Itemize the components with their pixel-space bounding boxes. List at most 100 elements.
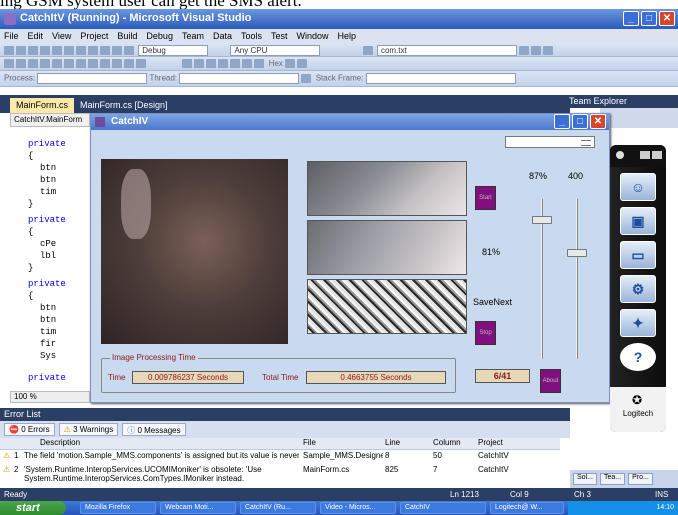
catchiv-maximize-button[interactable]: □ xyxy=(572,114,588,129)
find-icon[interactable] xyxy=(362,46,373,55)
col-file[interactable]: File xyxy=(303,438,316,447)
tab-mainform-cs[interactable]: MainForm.cs xyxy=(10,98,75,113)
monitor-icon[interactable]: ▭ xyxy=(620,241,656,269)
menu-build[interactable]: Build xyxy=(117,29,137,43)
catchiv-minimize-button[interactable]: _ xyxy=(554,114,570,129)
picture-icon[interactable]: ▣ xyxy=(620,207,656,235)
start-button[interactable]: Start xyxy=(475,186,496,210)
sensitivity-slider-handle[interactable] xyxy=(532,215,552,224)
tab-solution-explorer[interactable]: Sol... xyxy=(573,473,597,485)
prev-bookmark-icon[interactable] xyxy=(64,59,74,69)
task-catchitv-vs[interactable]: CatchItV (Ru... xyxy=(240,502,316,514)
breakpoints-icon[interactable] xyxy=(285,59,296,69)
filter-icon[interactable] xyxy=(301,74,312,83)
menu-data[interactable]: Data xyxy=(213,29,232,43)
continue-icon[interactable] xyxy=(182,59,193,69)
save-icon[interactable] xyxy=(40,46,50,55)
maximize-button[interactable]: □ xyxy=(641,11,657,26)
menu-test[interactable]: Test xyxy=(271,29,288,43)
type-navigation-combo[interactable]: CatchItV.MainForm xyxy=(10,113,90,127)
messages-filter-button[interactable]: ⓘ 0 Messages xyxy=(122,423,186,436)
code-editor[interactable]: private {btn btn tim} private {cPe lbl} private… xyxy=(10,127,92,397)
cut-icon[interactable] xyxy=(64,46,74,55)
comment-icon[interactable] xyxy=(4,59,14,69)
step-out-icon[interactable] xyxy=(254,59,265,69)
person-icon[interactable]: ☺ xyxy=(620,173,656,201)
align-left-icon[interactable] xyxy=(100,59,110,69)
stop-button[interactable]: Stop xyxy=(475,321,496,345)
open-icon[interactable] xyxy=(28,46,38,55)
menu-tools[interactable]: Tools xyxy=(241,29,262,43)
start-button[interactable]: start xyxy=(0,501,66,515)
task-logitech[interactable]: Logitech@ W... xyxy=(490,502,564,514)
warnings-filter-button[interactable]: ⚠ 3 Warnings xyxy=(58,423,119,436)
format-icon[interactable] xyxy=(136,59,146,69)
menu-help[interactable]: Help xyxy=(338,29,357,43)
catchiv-combo[interactable] xyxy=(505,136,595,148)
threshold-slider-handle[interactable] xyxy=(567,249,587,258)
menu-edit[interactable]: Edit xyxy=(28,29,44,43)
menu-view[interactable]: View xyxy=(52,29,71,43)
task-firefox[interactable]: Mozilla Firefox xyxy=(80,502,156,514)
config-combo[interactable]: Debug xyxy=(138,45,209,56)
align-center-icon[interactable] xyxy=(112,59,122,69)
break-all-icon[interactable] xyxy=(194,59,205,69)
bookmark-icon[interactable] xyxy=(52,59,62,69)
platform-combo[interactable]: Any CPU xyxy=(230,45,321,56)
start-debug-icon[interactable] xyxy=(124,46,134,55)
logitech-close-icon[interactable] xyxy=(652,151,662,159)
step-into-icon[interactable] xyxy=(230,59,241,69)
save-all-icon[interactable] xyxy=(52,46,62,55)
align-right-icon[interactable] xyxy=(124,59,134,69)
close-button[interactable]: ✕ xyxy=(659,11,675,26)
tab-properties[interactable]: Pro... xyxy=(628,473,653,485)
menu-team[interactable]: Team xyxy=(182,29,204,43)
process-combo[interactable] xyxy=(37,73,148,84)
uncomment-icon[interactable] xyxy=(16,59,26,69)
toolbox-icon[interactable] xyxy=(543,46,554,55)
restart-icon[interactable] xyxy=(218,59,229,69)
menu-debug[interactable]: Debug xyxy=(146,29,173,43)
logitech-menu-icon[interactable] xyxy=(616,151,624,159)
thread-combo[interactable] xyxy=(179,73,300,84)
stop-debug-icon[interactable] xyxy=(206,59,217,69)
step-over-icon[interactable] xyxy=(242,59,253,69)
stack-frame-combo[interactable] xyxy=(365,73,516,84)
next-bookmark-icon[interactable] xyxy=(76,59,86,69)
task-video[interactable]: Video - Micros... xyxy=(320,502,396,514)
copy-icon[interactable] xyxy=(76,46,86,55)
new-project-icon[interactable] xyxy=(4,46,14,55)
logitech-minimize-icon[interactable] xyxy=(640,151,650,159)
find-combo[interactable]: com.txt xyxy=(376,45,517,56)
col-project[interactable]: Project xyxy=(478,438,503,447)
col-line[interactable]: Line xyxy=(385,438,400,447)
sparkle-icon[interactable]: ✦ xyxy=(620,309,656,337)
menu-file[interactable]: File xyxy=(4,29,19,43)
zoom-combo[interactable]: 100 % xyxy=(10,391,90,403)
errors-filter-button[interactable]: ⛔ 0 Errors xyxy=(4,423,55,436)
tab-team-explorer[interactable]: Tea... xyxy=(599,473,626,485)
properties-icon[interactable] xyxy=(531,46,542,55)
add-item-icon[interactable] xyxy=(16,46,26,55)
windows-icon[interactable] xyxy=(297,59,308,69)
undo-icon[interactable] xyxy=(100,46,110,55)
task-catchiv[interactable]: CatchIV xyxy=(400,502,486,514)
tab-mainform-design[interactable]: MainForm.cs [Design] xyxy=(74,98,174,113)
menu-window[interactable]: Window xyxy=(297,29,329,43)
paste-icon[interactable] xyxy=(88,46,98,55)
catchiv-close-button[interactable]: ✕ xyxy=(590,114,606,129)
col-description[interactable]: Description xyxy=(40,438,80,447)
task-webcam[interactable]: Webcam Moti... xyxy=(160,502,236,514)
table-row[interactable]: ⚠ 1 The field 'motion.Sample_MMS.compone… xyxy=(0,451,560,463)
redo-icon[interactable] xyxy=(112,46,122,55)
about-button[interactable]: About xyxy=(540,369,561,393)
clear-bookmark-icon[interactable] xyxy=(88,59,98,69)
hex-label[interactable]: Hex xyxy=(269,59,283,68)
threshold-slider-track[interactable] xyxy=(576,199,578,359)
minimize-button[interactable]: _ xyxy=(623,11,639,26)
col-column[interactable]: Column xyxy=(433,438,461,447)
table-row[interactable]: ⚠ 2 'System.Runtime.InteropServices.UCOM… xyxy=(0,465,560,485)
indent-icon[interactable] xyxy=(28,59,38,69)
help-icon[interactable]: ? xyxy=(620,343,656,371)
outdent-icon[interactable] xyxy=(40,59,50,69)
